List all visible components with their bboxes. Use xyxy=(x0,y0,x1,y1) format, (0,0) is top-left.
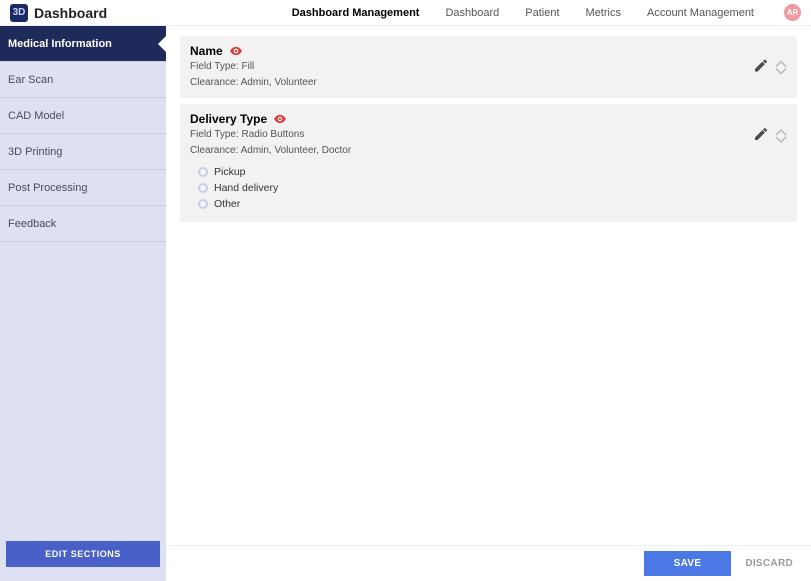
field-name: Delivery Type xyxy=(190,112,267,126)
radio-dot-icon xyxy=(198,183,208,193)
move-down-icon[interactable] xyxy=(775,67,787,75)
move-up-icon[interactable] xyxy=(775,59,787,67)
edit-sections-button[interactable]: EDIT SECTIONS xyxy=(6,541,160,567)
nav-dashboard[interactable]: Dashboard xyxy=(445,7,499,19)
visibility-eye-icon xyxy=(273,112,287,126)
radio-option-label: Hand delivery xyxy=(214,182,278,194)
field-card: Delivery Type Field Type: Radio Buttons … xyxy=(180,104,797,222)
sidebar-item-label: Post Processing xyxy=(8,182,87,194)
move-down-icon[interactable] xyxy=(775,136,787,144)
nav-dashboard-management[interactable]: Dashboard Management xyxy=(292,7,420,19)
sidebar-item-ear-scan[interactable]: Ear Scan xyxy=(0,62,166,98)
main-panel: Name Field Type: Fill Clearance: Admin, … xyxy=(166,26,811,581)
visibility-eye-icon xyxy=(229,44,243,58)
app-title: Dashboard xyxy=(34,5,107,21)
field-type-label: Field Type: Fill xyxy=(190,60,785,74)
nav-metrics[interactable]: Metrics xyxy=(586,7,621,19)
radio-options: Pickup Hand delivery Other xyxy=(190,158,785,214)
edit-field-icon[interactable] xyxy=(753,58,769,77)
radio-option[interactable]: Hand delivery xyxy=(198,180,785,196)
nav-account-management[interactable]: Account Management xyxy=(647,7,754,19)
sidebar-item-label: Medical Information xyxy=(8,38,112,50)
nav-patient[interactable]: Patient xyxy=(525,7,559,19)
sidebar-item-label: CAD Model xyxy=(8,110,64,122)
footer-bar: SAVE DISCARD xyxy=(166,545,811,581)
discard-button[interactable]: DISCARD xyxy=(745,558,793,569)
avatar[interactable]: AR xyxy=(784,4,801,21)
field-card: Name Field Type: Fill Clearance: Admin, … xyxy=(180,36,797,98)
field-clearance-label: Clearance: Admin, Volunteer, Doctor xyxy=(190,144,785,158)
sidebar-item-cad-model[interactable]: CAD Model xyxy=(0,98,166,134)
radio-dot-icon xyxy=(198,199,208,209)
radio-option[interactable]: Pickup xyxy=(198,164,785,180)
field-clearance-label: Clearance: Admin, Volunteer xyxy=(190,76,785,90)
sidebar-item-label: 3D Printing xyxy=(8,146,62,158)
top-nav: Dashboard Management Dashboard Patient M… xyxy=(292,4,801,21)
fields-list: Name Field Type: Fill Clearance: Admin, … xyxy=(166,26,811,545)
sidebar-item-label: Ear Scan xyxy=(8,74,53,86)
field-type-label: Field Type: Radio Buttons xyxy=(190,128,785,142)
sidebar-item-post-processing[interactable]: Post Processing xyxy=(0,170,166,206)
field-name: Name xyxy=(190,44,223,58)
active-notch xyxy=(158,36,166,52)
edit-field-icon[interactable] xyxy=(753,126,769,145)
radio-option[interactable]: Other xyxy=(198,196,785,212)
radio-option-label: Other xyxy=(214,198,240,210)
radio-option-label: Pickup xyxy=(214,166,246,178)
sidebar-item-3d-printing[interactable]: 3D Printing xyxy=(0,134,166,170)
sidebar-item-feedback[interactable]: Feedback xyxy=(0,206,166,242)
save-button[interactable]: SAVE xyxy=(644,551,732,576)
radio-dot-icon xyxy=(198,167,208,177)
sidebar: Medical Information Ear Scan CAD Model 3… xyxy=(0,26,166,581)
sidebar-item-medical-information[interactable]: Medical Information xyxy=(0,26,166,62)
app-logo: 3D xyxy=(10,4,28,22)
sidebar-item-label: Feedback xyxy=(8,218,56,230)
app-header: 3D Dashboard Dashboard Management Dashbo… xyxy=(0,0,811,26)
move-up-icon[interactable] xyxy=(775,128,787,136)
